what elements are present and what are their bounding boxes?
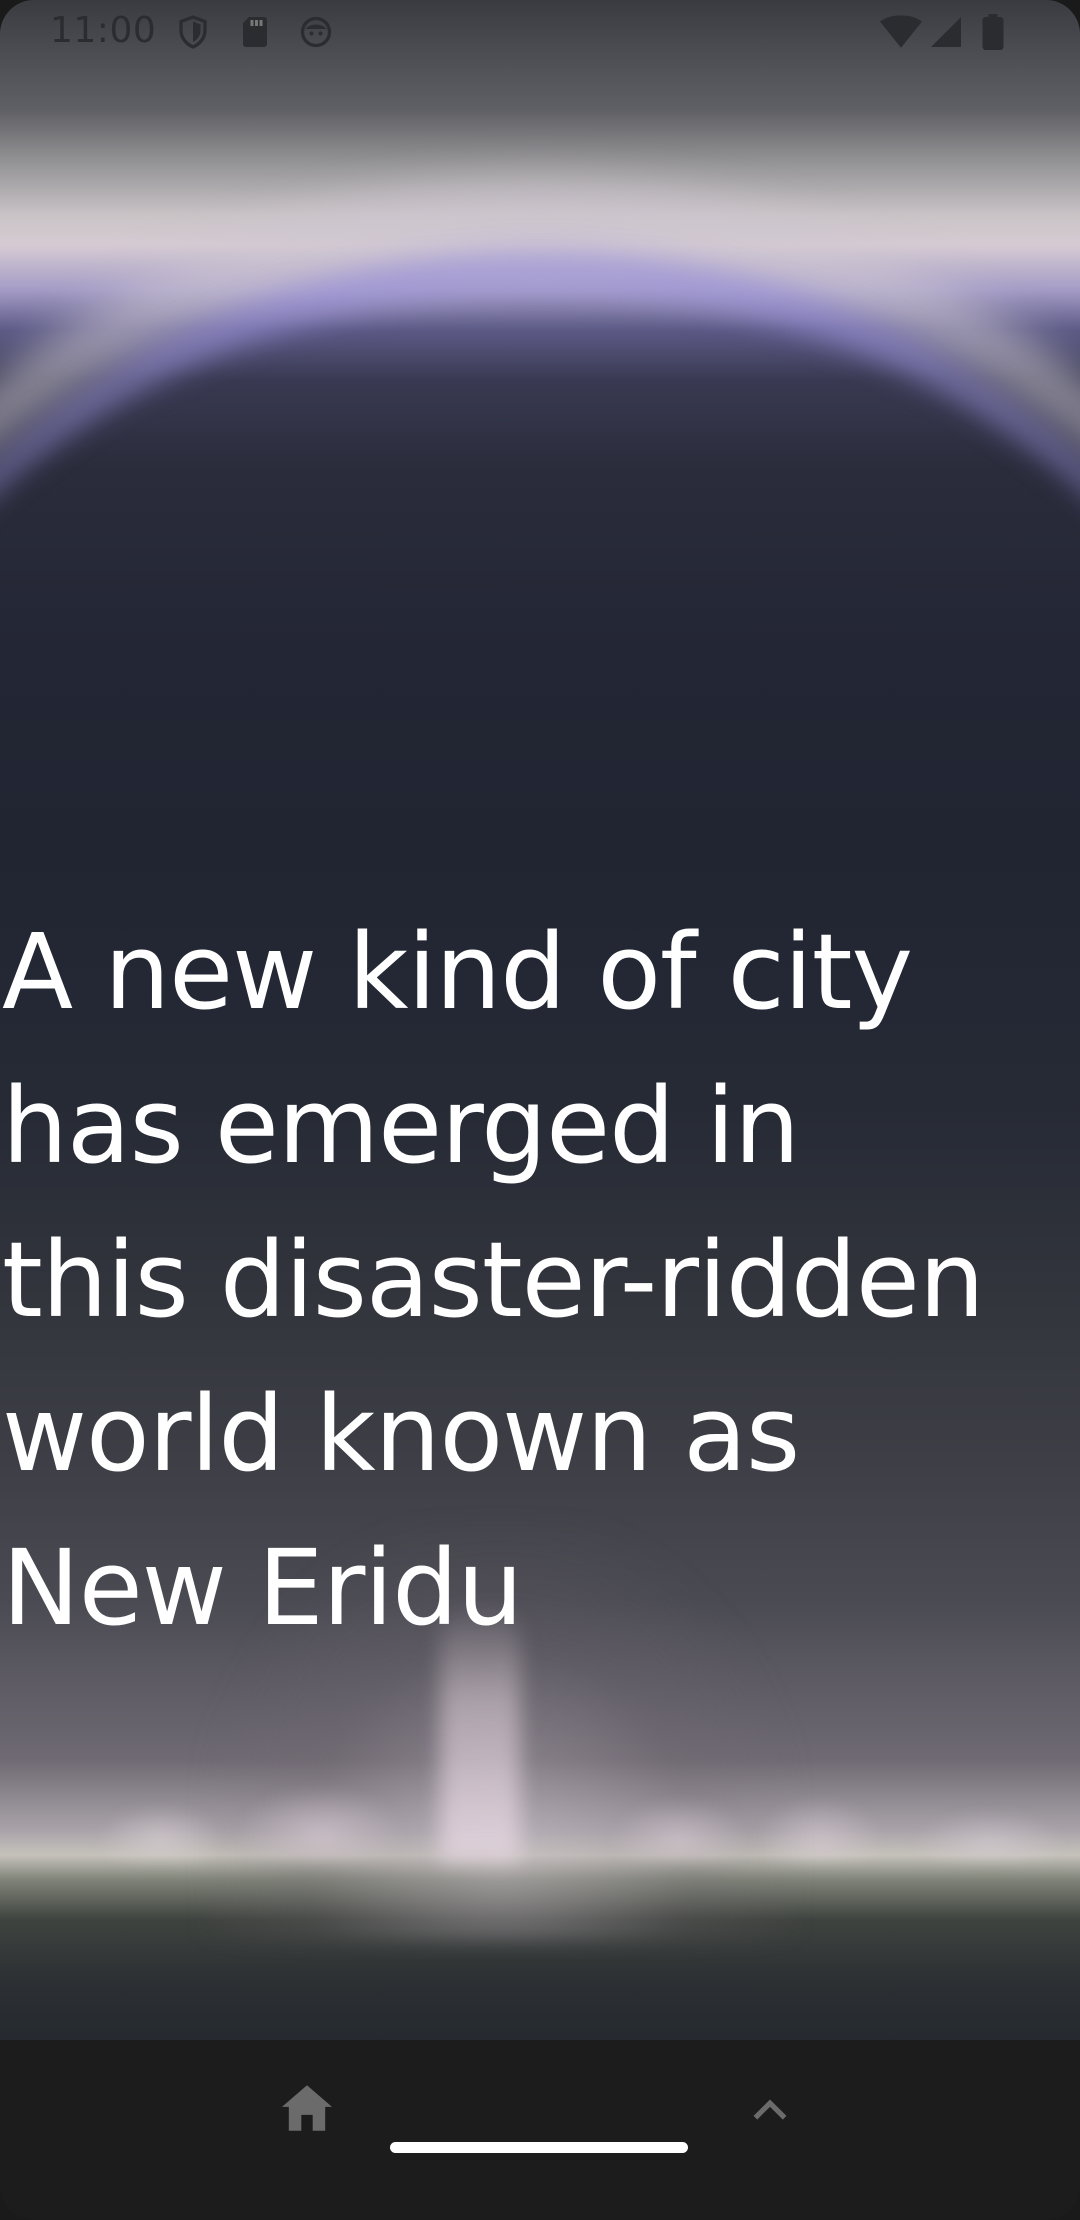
battery-icon xyxy=(980,14,1006,50)
home-button[interactable] xyxy=(267,2070,347,2150)
sd-card-icon xyxy=(237,14,273,50)
expand-button[interactable] xyxy=(730,2070,810,2150)
city-skyline xyxy=(0,1780,1080,1860)
status-bar: 11:00 xyxy=(0,0,1080,66)
gesture-home-indicator[interactable] xyxy=(390,2142,688,2153)
shield-icon xyxy=(175,14,211,50)
hero-headline: A new kind of city has emerged in this d… xyxy=(2,911,985,1649)
face-icon xyxy=(298,14,334,50)
home-icon xyxy=(279,2083,335,2137)
bottom-nav xyxy=(0,2040,1080,2220)
chevron-up-icon xyxy=(750,2095,790,2125)
app-screen: 11:00 A new kind of city has emerged in … xyxy=(0,0,1080,2220)
wifi-icon xyxy=(880,14,922,50)
status-time: 11:00 xyxy=(50,10,157,51)
cellular-signal-icon xyxy=(928,14,964,50)
